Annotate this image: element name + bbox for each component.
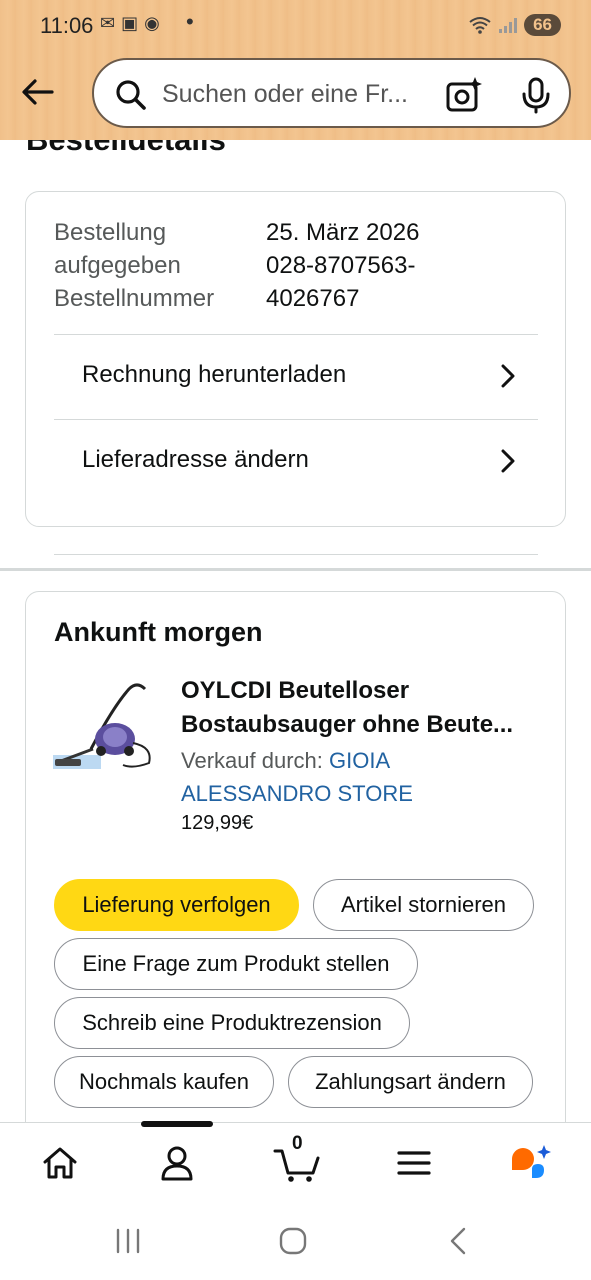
change-address-label: Lieferadresse ändern [82, 446, 309, 473]
app-header: 11:06 ✉▣◉ • 66 Suchen oder eine Fr... [0, 0, 591, 140]
order-number-label: Bestellnummer [54, 285, 215, 312]
profile-icon[interactable] [157, 1143, 197, 1183]
sold-by-label: Verkauf durch: [181, 748, 323, 773]
search-placeholder: Suchen oder eine Fr... [162, 80, 408, 108]
page-title: Bestelldetails [26, 140, 226, 158]
status-bar: 11:06 ✉▣◉ • 66 [0, 0, 591, 52]
back-arrow-icon[interactable] [18, 72, 58, 112]
seller-name-1: GIOIA [329, 748, 391, 773]
order-number-value-1: 028-8707563- [266, 252, 416, 279]
home-button-icon[interactable] [278, 1226, 308, 1256]
home-icon[interactable] [40, 1143, 80, 1183]
order-date-label: Bestellung [54, 219, 167, 246]
change-address-row[interactable]: Lieferadresse ändern [54, 419, 538, 503]
change-payment-button[interactable]: Zahlungsart ändern [288, 1056, 533, 1108]
system-navigation-bar [0, 1204, 591, 1280]
chevron-right-icon [501, 449, 515, 473]
order-date-value: 25. März 2026 [266, 219, 420, 246]
cancel-item-button[interactable]: Artikel stornieren [313, 879, 534, 931]
search-icon [116, 80, 146, 110]
product-title-line2: Bostaubsauger ohne Beute... [181, 711, 514, 738]
buy-again-button[interactable]: Nochmals kaufen [54, 1056, 274, 1108]
arrival-heading: Ankunft morgen [54, 617, 263, 647]
write-review-button[interactable]: Schreib eine Produktrezension [54, 997, 410, 1049]
cart-count-badge: 0 [292, 1133, 303, 1154]
menu-icon[interactable] [394, 1143, 434, 1183]
track-delivery-button[interactable]: Lieferung verfolgen [54, 879, 299, 931]
order-date-label-2: aufgegeben [54, 252, 181, 279]
sold-by: Verkauf durch: GIOIA ALESSANDRO STORE [181, 744, 511, 810]
recent-apps-icon[interactable] [112, 1226, 144, 1256]
search-input[interactable]: Suchen oder eine Fr... [92, 58, 571, 128]
wifi-icon [469, 17, 491, 34]
order-details-content[interactable]: Bestelldetails Bestellung aufgegeben Bes… [0, 140, 591, 1122]
divider [54, 554, 538, 555]
order-number-value-2: 4026767 [266, 285, 360, 312]
rufus-assistant-icon[interactable] [509, 1143, 555, 1183]
status-time: 11:06 [40, 13, 94, 38]
shipment-card: Ankunft morgen OYLCDI Beutelloser Bostau… [25, 591, 566, 1122]
camera-search-icon[interactable] [444, 74, 484, 114]
section-divider [0, 568, 591, 571]
order-info-card: Bestellung aufgegeben Bestellnummer 25. … [25, 191, 566, 555]
product-title-line1: OYLCDI Beutelloser [181, 677, 410, 704]
product-price: 129,99€ [181, 812, 254, 834]
seller-name-2: ALESSANDRO STORE [181, 781, 413, 806]
battery-indicator: 66 [524, 14, 561, 36]
chevron-right-icon [501, 364, 515, 388]
microphone-icon[interactable] [519, 76, 553, 114]
bottom-navigation: 0 [0, 1121, 591, 1204]
ask-question-button[interactable]: Eine Frage zum Produkt stellen [54, 938, 418, 990]
download-invoice-label: Rechnung herunterladen [82, 361, 347, 388]
system-back-icon[interactable] [446, 1226, 470, 1256]
active-tab-indicator [141, 1121, 213, 1127]
notification-icons: ✉▣◉ [100, 13, 166, 33]
product-title[interactable]: OYLCDI Beutelloser Bostaubsauger ohne Be… [181, 674, 546, 742]
download-invoice-row[interactable]: Rechnung herunterladen [54, 334, 538, 418]
product-image[interactable] [53, 677, 161, 772]
signal-icon [499, 18, 518, 33]
notification-dot-icon: • [186, 9, 194, 34]
